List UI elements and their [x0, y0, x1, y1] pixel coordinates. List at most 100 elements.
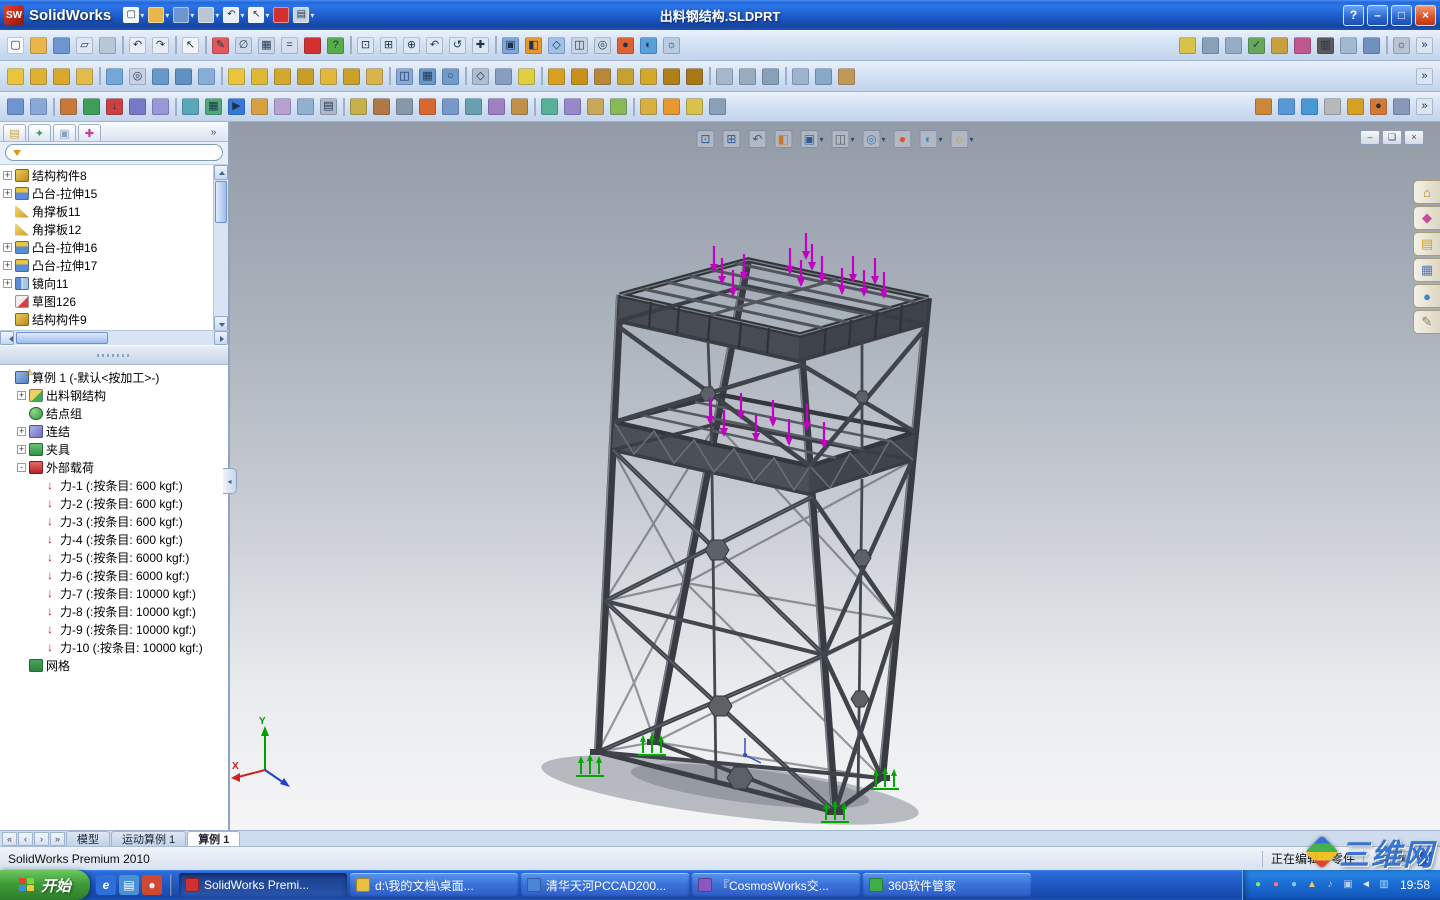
- file-properties-button[interactable]: ▤: [291, 4, 316, 26]
- run-study-button[interactable]: ▶: [225, 95, 248, 119]
- thermal-study-button[interactable]: [416, 95, 439, 119]
- select-pointer-button[interactable]: ↖: [246, 4, 271, 26]
- spacer-button[interactable]: [729, 95, 1252, 119]
- doc-close-button[interactable]: ×: [1404, 130, 1424, 145]
- study-tree-item[interactable]: 算例 1 (-默认<按加工>-): [3, 366, 226, 386]
- horizontal-scrollbar[interactable]: [0, 330, 228, 345]
- feature-tree-item[interactable]: 草图126: [3, 292, 212, 310]
- animation-wizard-button[interactable]: [1275, 95, 1298, 119]
- tab-scroll-start[interactable]: «: [2, 832, 17, 846]
- configurationmanager-tab[interactable]: ▣: [53, 124, 76, 141]
- separator-button[interactable]: [531, 95, 538, 119]
- weldment-button[interactable]: [545, 64, 568, 88]
- feature-tree-item[interactable]: + 凸台-拉伸16: [3, 238, 212, 256]
- study-tree-item[interactable]: ↓ 力-2 (:按条目: 600 kgf:): [31, 494, 226, 512]
- mirror-feature-button[interactable]: ◫: [393, 64, 416, 88]
- design-table-button[interactable]: ▦: [255, 33, 278, 57]
- separator-button[interactable]: [706, 64, 713, 88]
- study-tree-item[interactable]: 网格: [17, 656, 226, 674]
- edge-flange-button[interactable]: [736, 64, 759, 88]
- help-button[interactable]: ?: [1343, 4, 1364, 26]
- tab-scroll-prev[interactable]: ‹: [18, 832, 33, 846]
- separator-button[interactable]: [202, 33, 209, 57]
- sensors-button[interactable]: [538, 95, 561, 119]
- expand-toggle[interactable]: +: [3, 260, 12, 270]
- plot-tools-button[interactable]: [271, 95, 294, 119]
- measure-button[interactable]: [1176, 33, 1199, 57]
- doc-minimize-button[interactable]: –: [1360, 130, 1380, 145]
- undo-button[interactable]: ↶: [221, 4, 246, 26]
- file-explorer-tab[interactable]: ▤: [1413, 232, 1440, 256]
- separator-button[interactable]: [218, 64, 225, 88]
- combine-bodies-button[interactable]: [812, 64, 835, 88]
- sketch-button[interactable]: ✎: [209, 33, 232, 57]
- new-document-button[interactable]: ▢: [4, 33, 27, 57]
- fillet-bead-button[interactable]: [683, 64, 706, 88]
- spacer-button[interactable]: [683, 33, 1176, 57]
- task-360-task-button[interactable]: 360软件管家: [863, 873, 1031, 897]
- design-insight-button[interactable]: [347, 95, 370, 119]
- pressure-vessel-button[interactable]: [508, 95, 531, 119]
- zoom-to-area-button[interactable]: ⊞: [377, 33, 400, 57]
- quicklaunch-show-desktop[interactable]: ▤: [119, 875, 139, 895]
- undo-button[interactable]: ↶: [126, 33, 149, 57]
- separator-button[interactable]: [172, 33, 179, 57]
- filter-input[interactable]: [26, 146, 215, 159]
- study-tree-item[interactable]: ↓ 力-7 (:按条目: 10000 kgf:): [31, 584, 226, 602]
- separator-button[interactable]: [340, 95, 347, 119]
- save-document-button[interactable]: [50, 33, 73, 57]
- shell-button[interactable]: [317, 64, 340, 88]
- weld-bead-button[interactable]: [660, 64, 683, 88]
- tray-music-icon[interactable]: ♪: [1323, 878, 1337, 892]
- smart-dimension-button[interactable]: ∅: [232, 33, 255, 57]
- mass-props-button[interactable]: [706, 95, 729, 119]
- task-scheduler-button[interactable]: [1390, 95, 1413, 119]
- propertymanager-tab[interactable]: ✦: [28, 124, 51, 141]
- apply-scene-button[interactable]: ◐: [917, 127, 946, 151]
- task-explorer-task-button[interactable]: d:\我的文档\桌面...: [350, 873, 518, 897]
- gusset-button[interactable]: [637, 64, 660, 88]
- options-button[interactable]: ☼: [1390, 33, 1413, 57]
- document-tab[interactable]: 运动算例 1: [111, 831, 187, 846]
- swept-boss-button[interactable]: [50, 64, 73, 88]
- expand-toggle[interactable]: +: [3, 242, 12, 252]
- status-mode-icon[interactable]: ▣: [1395, 851, 1410, 866]
- view-settings-button[interactable]: ☼: [660, 33, 683, 57]
- study-tree-item[interactable]: ↓ 力-6 (:按条目: 6000 kgf:): [31, 566, 226, 584]
- geometry-analysis-button[interactable]: [1268, 33, 1291, 57]
- section-properties-button[interactable]: [1222, 33, 1245, 57]
- print-document-button[interactable]: [96, 33, 119, 57]
- toolbar-options-button[interactable]: »: [1413, 95, 1436, 119]
- separator-button[interactable]: [50, 95, 57, 119]
- motion-manager-button[interactable]: [1252, 95, 1275, 119]
- open-document-button[interactable]: [27, 33, 50, 57]
- hide-show-items-button[interactable]: ◎: [859, 127, 888, 151]
- task-solidworks-task-button[interactable]: SolidWorks Premi...: [179, 873, 347, 897]
- tray-update-icon[interactable]: ▲: [1305, 878, 1319, 892]
- solidworks-rx-button[interactable]: [301, 33, 324, 57]
- zoom-to-area-button[interactable]: ⊞: [719, 127, 743, 151]
- apply-material-button[interactable]: [57, 95, 80, 119]
- photoview-button[interactable]: ●: [1367, 95, 1390, 119]
- curves-button[interactable]: [492, 64, 515, 88]
- solidworks-resources-tab[interactable]: ⌂: [1413, 180, 1440, 204]
- tray-volume-icon[interactable]: ◄: [1359, 878, 1373, 892]
- task-cosmosworks-task-button[interactable]: 『CosmosWorks交...: [692, 873, 860, 897]
- study-tree-item[interactable]: ↓ 力-10 (:按条目: 10000 kgf:): [31, 638, 226, 656]
- study-tree-item[interactable]: + 出料钢结构: [17, 386, 226, 404]
- select-pointer-button[interactable]: ↖: [179, 33, 202, 57]
- toolbar-options-button[interactable]: »: [1413, 64, 1436, 88]
- fillet-button[interactable]: [225, 64, 248, 88]
- report-button[interactable]: ▤: [317, 95, 340, 119]
- separator-button[interactable]: [538, 64, 545, 88]
- measure-tool-button[interactable]: [683, 95, 706, 119]
- spacer-button[interactable]: [858, 64, 1413, 88]
- pan-view-button[interactable]: ✚: [469, 33, 492, 57]
- start-button[interactable]: 开始: [0, 870, 90, 900]
- flow-simulation-button[interactable]: [1298, 95, 1321, 119]
- create-mesh-button[interactable]: ▦: [202, 95, 225, 119]
- edit-appearance-button[interactable]: ●: [891, 127, 915, 151]
- new-document-button[interactable]: ▢: [121, 4, 146, 26]
- study-tree-item[interactable]: - 外部载荷: [17, 458, 226, 476]
- task-pccad-task-button[interactable]: 清华天河PCCAD200...: [521, 873, 689, 897]
